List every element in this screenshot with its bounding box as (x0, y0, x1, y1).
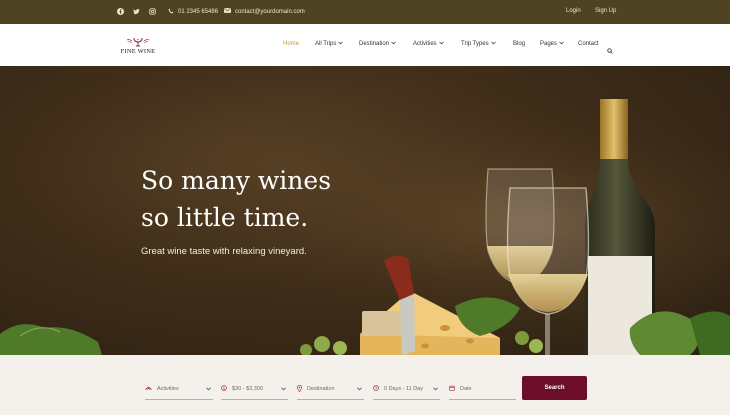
activities-value: Activities (157, 386, 179, 392)
location-pin-icon (296, 384, 303, 394)
search-button[interactable]: Search (522, 376, 587, 400)
email-address: contact@yourdomain.com (235, 8, 305, 15)
price-range-value: $30 - $3,300 (232, 386, 263, 392)
nav-contact[interactable]: Contact (578, 41, 599, 47)
nav-blog-label: Blog (513, 41, 526, 47)
phone-contact[interactable]: 01 2345 65486 (168, 8, 218, 16)
hero-title-line-2: so little time. (141, 203, 309, 232)
hero-banner: So many wines so little time. Great wine… (0, 66, 730, 355)
nav-activities-label: Activities (413, 41, 437, 47)
phone-icon (168, 8, 174, 16)
wine-glass-logo-icon (126, 37, 150, 47)
chevron-down-icon (490, 41, 496, 47)
search-icon[interactable] (607, 41, 613, 59)
chevron-down-icon (206, 387, 211, 393)
hero-title: So many wines so little time. (141, 162, 401, 236)
nav-home-label: Home (283, 41, 300, 47)
activities-select[interactable]: Activities (145, 379, 213, 400)
chevron-down-icon (433, 387, 438, 393)
chevron-down-icon (391, 41, 396, 47)
chevron-down-icon (338, 41, 344, 47)
trip-search-bar: Activities $ $30 - $3,300 Destination 0 … (0, 355, 730, 415)
destination-select[interactable]: Destination (296, 379, 364, 400)
social-links (117, 8, 156, 15)
nav-pages-label: Pages (540, 41, 558, 47)
instagram-icon[interactable] (149, 8, 156, 15)
nav-trip-types[interactable]: Trip Types (461, 41, 496, 47)
chevron-down-icon (438, 41, 444, 47)
nav-destination-label: Destination (359, 41, 390, 47)
svg-text:$: $ (223, 386, 225, 390)
twitter-icon[interactable] (133, 8, 140, 15)
price-range-select[interactable]: $ $30 - $3,300 (221, 379, 288, 400)
chevron-down-icon (559, 41, 564, 47)
phone-number: 01 2345 65486 (178, 9, 219, 15)
nav-blog[interactable]: Blog (513, 41, 525, 47)
nav-home[interactable]: Home (283, 41, 299, 47)
nav-activities[interactable]: Activities (413, 41, 444, 47)
login-link[interactable]: Login (566, 8, 581, 14)
mail-icon (224, 8, 231, 15)
nav-destination[interactable]: Destination (359, 41, 396, 47)
logo-text: FINE WINE (120, 48, 156, 55)
hero-title-line-1: So many wines (141, 166, 332, 195)
nav-all-trips-label: All Trips (315, 41, 337, 47)
signup-link[interactable]: Sign Up (595, 8, 616, 14)
main-header: FINE WINE Home All Trips Destination Act… (0, 24, 730, 66)
clock-icon (373, 385, 379, 393)
nav-trip-types-label: Trip Types (461, 41, 489, 47)
price-icon: $ (221, 385, 227, 393)
site-logo[interactable]: FINE WINE (117, 37, 159, 57)
nav-contact-label: Contact (578, 41, 599, 47)
date-placeholder: Date (460, 386, 472, 392)
facebook-icon[interactable] (117, 8, 124, 15)
nav-pages[interactable]: Pages (540, 41, 564, 47)
destination-value: Destination (307, 386, 335, 392)
activity-icon (145, 385, 152, 393)
email-contact[interactable]: contact@yourdomain.com (224, 8, 305, 15)
hero-subtitle: Great wine taste with relaxing vineyard. (141, 246, 307, 257)
duration-select[interactable]: 0 Days - 11 Day (373, 379, 440, 400)
top-bar: 01 2345 65486 contact@yourdomain.com Log… (0, 0, 730, 24)
calendar-icon (449, 385, 455, 393)
date-input[interactable]: Date (449, 379, 516, 400)
chevron-down-icon (357, 387, 362, 393)
duration-value: 0 Days - 11 Day (384, 386, 424, 392)
nav-all-trips[interactable]: All Trips (315, 41, 344, 47)
chevron-down-icon (281, 387, 286, 393)
